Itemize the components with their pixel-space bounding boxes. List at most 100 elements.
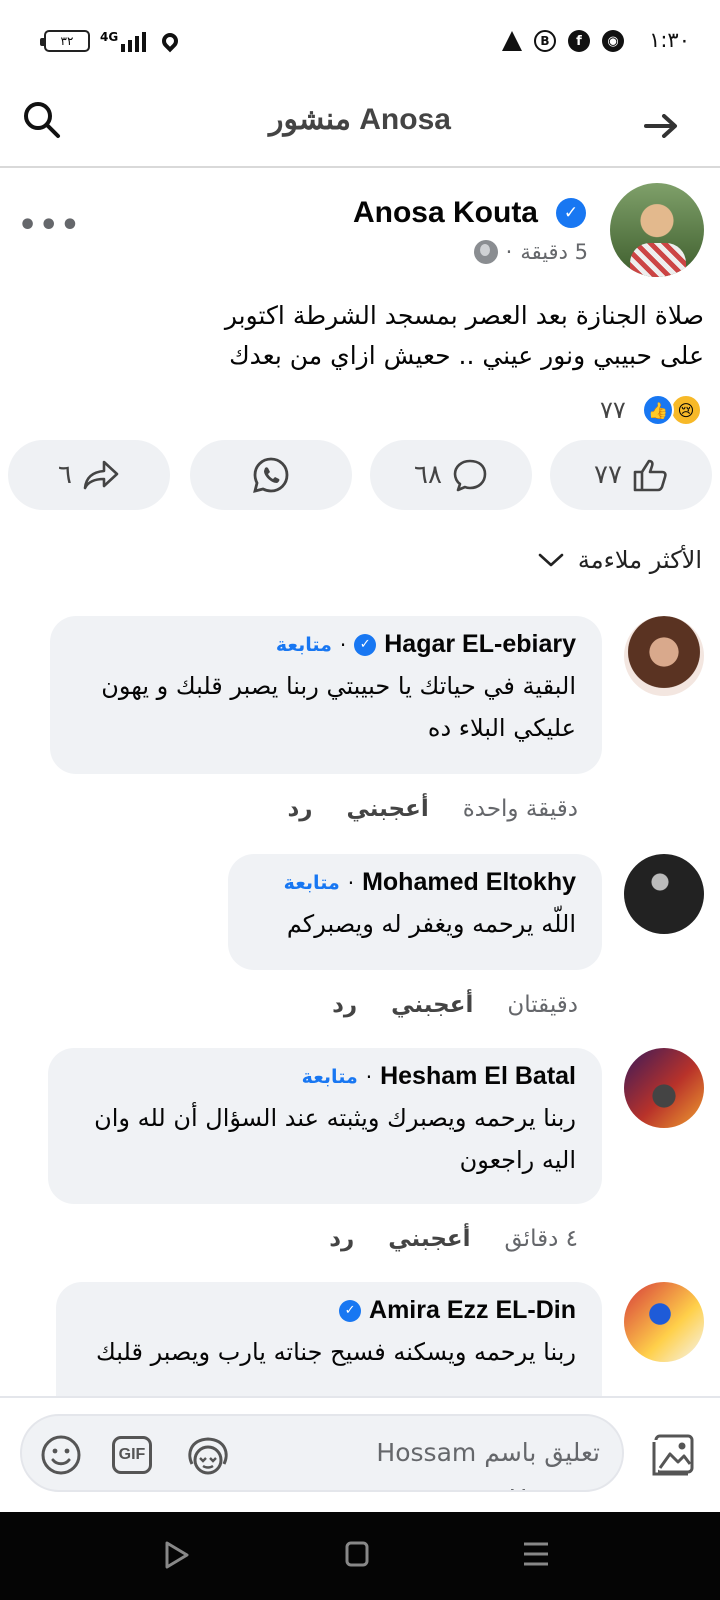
post-time[interactable]: 5 دقيقة	[520, 240, 588, 264]
commenter-name[interactable]: Mohamed Eltokhy	[362, 868, 576, 897]
commenter-avatar[interactable]	[624, 854, 704, 934]
comment-input[interactable]: تعليق باسم Hossam Hassan	[20, 1414, 624, 1492]
commenter-name[interactable]: Amira Ezz EL-Din	[369, 1296, 576, 1325]
comment-text: البقية في حياتك يا حبيبتي ربنا يصبر قلبك…	[101, 672, 576, 742]
commenter-name[interactable]: Hagar EL-ebiary	[384, 630, 576, 659]
status-bar: ٣٢ 4G B f ◉ ١:٣٠	[0, 0, 720, 84]
status-right: B f ◉	[502, 30, 624, 52]
avatar-sticker-icon	[188, 1437, 228, 1475]
post-text-line: على حبيبي ونور عيني .. حعيش ازاي من بعدك	[229, 341, 704, 370]
commenter-name[interactable]: Hesham El Batal	[380, 1062, 576, 1091]
comment-actions: ٤ دقائق أعجبني رد	[329, 1226, 578, 1252]
comment-text: ربنا يرحمه ويسكنه فسيح جناته يارب ويصبر …	[96, 1338, 576, 1366]
sad-reaction-icon: 😢	[670, 394, 702, 426]
post-text: صلاة الجنازة بعد العصر بمسجد الشرطة اكتو…	[14, 296, 704, 376]
battery-icon: ٣٢	[40, 30, 90, 52]
author-avatar[interactable]	[610, 183, 704, 277]
comment-header: Mohamed Eltokhy · متابعة	[252, 868, 576, 897]
gif-button[interactable]: GIF	[112, 1436, 152, 1474]
post-text-line: صلاة الجنازة بعد العصر بمسجد الشرطة اكتو…	[224, 301, 704, 330]
share-count: ٦	[58, 460, 72, 490]
square-home-icon	[345, 1541, 369, 1567]
comment-reply-button[interactable]: رد	[287, 796, 312, 822]
share-button[interactable]: ٦	[8, 440, 170, 510]
dot-separator: ·	[339, 632, 347, 657]
follow-link[interactable]: متابعة	[276, 634, 332, 656]
comment-time: دقيقة واحدة	[462, 796, 578, 822]
comment-header: Hesham El Batal · متابعة	[72, 1062, 576, 1091]
comment-like-button[interactable]: أعجبني	[388, 1226, 470, 1252]
facebook-icon: f	[568, 30, 590, 52]
comment-bubble: Hagar EL-ebiary ✓ · متابعة البقية في حيا…	[50, 616, 602, 774]
smiley-icon	[41, 1435, 81, 1475]
more-options-icon[interactable]: •••	[18, 208, 82, 243]
photo-attach-button[interactable]	[650, 1430, 698, 1482]
dot-separator: ·	[347, 870, 355, 895]
clock: ١:٣٠	[649, 28, 690, 52]
whatsapp-share-button[interactable]	[190, 440, 352, 510]
back-button[interactable]	[644, 114, 678, 138]
follow-link[interactable]: متابعة	[284, 872, 340, 894]
emoji-button[interactable]	[40, 1434, 82, 1480]
commenter-avatar[interactable]	[624, 1048, 704, 1128]
system-nav-bar	[0, 1512, 720, 1600]
verified-badge-icon: ✓	[339, 1299, 362, 1322]
comment-like-button[interactable]: أعجبني	[346, 796, 428, 822]
comment-count: ٦٨	[414, 460, 442, 490]
globe-icon	[473, 240, 498, 264]
comment-actions: دقيقتان أعجبني رد	[332, 992, 578, 1018]
home-nav-button[interactable]	[344, 1540, 370, 1572]
location-icon	[158, 29, 182, 53]
battery-level: ٣٢	[60, 34, 74, 48]
comment-bubble: Mohamed Eltokhy · متابعة اللّه يرحمه ويغ…	[228, 854, 602, 970]
status-left: ٣٢ 4G	[40, 29, 182, 53]
whatsapp-icon	[253, 457, 289, 493]
like-count: ٧٧	[594, 460, 622, 490]
chrome-icon: ◉	[602, 30, 624, 52]
recents-nav-button[interactable]	[522, 1540, 550, 1572]
avatar-sticker-button[interactable]	[184, 1434, 232, 1480]
arrow-right-icon	[644, 114, 677, 138]
comment-text: ربنا يرحمه ويصبرك ويثبته عند السؤال أن ل…	[94, 1104, 576, 1174]
comment-text: اللّه يرحمه ويغفر له ويصبركم	[286, 910, 576, 938]
signal-icon: 4G	[100, 30, 147, 52]
network-type: 4G	[100, 30, 119, 44]
commenter-avatar[interactable]	[624, 1282, 704, 1362]
photo-icon	[652, 1434, 694, 1476]
comment-input-placeholder: تعليق باسم Hossam Hassan	[376, 1438, 600, 1490]
app-header: منشور Anosa	[0, 84, 720, 168]
dot-separator: ·	[365, 1064, 373, 1089]
page-title: منشور Anosa	[269, 103, 451, 136]
navigation-icon	[502, 31, 522, 51]
sort-dropdown[interactable]: الأكثر ملاءمة	[538, 546, 702, 574]
author-name[interactable]: Anosa Kouta	[353, 196, 538, 230]
comment-icon	[453, 459, 487, 492]
menu-lines-icon	[524, 1542, 548, 1566]
comment-reply-button[interactable]: رد	[332, 992, 357, 1018]
reaction-count[interactable]: ٧٧	[600, 396, 626, 424]
like-button[interactable]: ٧٧	[550, 440, 712, 510]
follow-link[interactable]: متابعة	[302, 1066, 358, 1088]
thumbs-up-icon	[633, 459, 667, 492]
comment-actions: دقيقة واحدة أعجبني رد	[287, 796, 578, 822]
comment-like-button[interactable]: أعجبني	[391, 992, 473, 1018]
post-meta: 5 دقيقة ·	[473, 240, 588, 264]
triangle-back-icon	[165, 1541, 189, 1569]
comment-header: Hagar EL-ebiary ✓ · متابعة	[74, 630, 576, 659]
comment-bubble: Hesham El Batal · متابعة ربنا يرحمه ويصب…	[48, 1048, 602, 1204]
comment-time: دقيقتان	[507, 992, 578, 1018]
sort-label: الأكثر ملاءمة	[577, 546, 702, 574]
verified-badge-icon: ✓	[556, 198, 586, 228]
comment-reply-button[interactable]: رد	[329, 1226, 354, 1252]
comment-button[interactable]: ٦٨	[370, 440, 532, 510]
back-nav-button[interactable]	[164, 1540, 190, 1574]
comment-header: Amira Ezz EL-Din ✓	[80, 1296, 576, 1325]
b-app-icon: B	[534, 30, 556, 52]
meta-separator: ·	[505, 240, 513, 264]
chevron-down-icon	[538, 553, 564, 567]
share-arrow-icon	[83, 460, 119, 490]
like-reaction-icon: 👍	[642, 394, 674, 426]
commenter-avatar[interactable]	[624, 616, 704, 696]
comment-time: ٤ دقائق	[504, 1226, 579, 1252]
verified-badge-icon: ✓	[354, 633, 377, 656]
